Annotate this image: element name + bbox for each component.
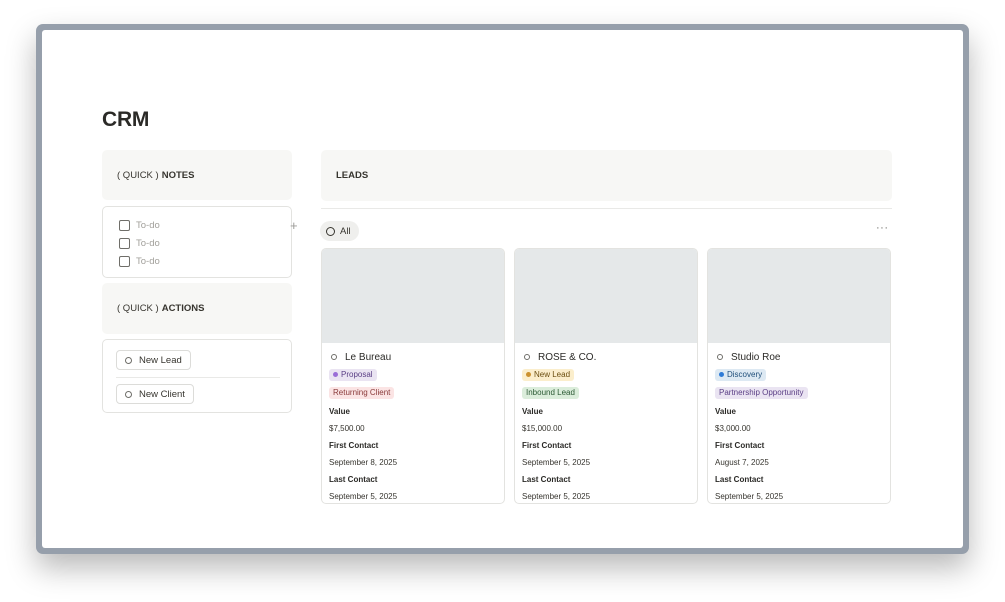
card-title[interactable]: Le Bureau: [329, 350, 497, 364]
page-title: CRM: [102, 108, 150, 131]
type-tag: Partnership Opportunity: [715, 386, 808, 399]
status-dot-icon: [526, 372, 531, 377]
first-contact-date: September 8, 2025: [329, 458, 398, 467]
value-amount: $3,000.00: [715, 424, 751, 433]
status-tag: New Lead: [522, 368, 575, 381]
notes-header-title: NOTES: [161, 169, 195, 181]
lead-card[interactable]: Le Bureau Proposal Returning Client Valu…: [321, 248, 505, 504]
status-tag: Discovery: [715, 368, 767, 381]
lead-card[interactable]: ROSE & CO. New Lead Inbound Lead Value $…: [514, 248, 698, 504]
leads-divider: [321, 208, 892, 209]
add-block-icon[interactable]: +: [290, 218, 298, 233]
actions-divider: [116, 377, 280, 378]
first-contact-date: September 5, 2025: [522, 458, 591, 467]
status-tag: Proposal: [329, 368, 377, 381]
first-contact-label: First Contact: [715, 441, 765, 450]
actions-header-title: ACTIONS: [161, 303, 205, 314]
view-tab-label: All: [340, 225, 351, 237]
todo-item[interactable]: To-do: [119, 234, 291, 252]
notes-todo-list: To-do To-do To-do: [102, 206, 292, 278]
lead-card[interactable]: Studio Roe Discovery Partnership Opportu…: [707, 248, 891, 504]
todo-item[interactable]: To-do: [119, 216, 291, 234]
type-tag-label: Returning Client: [333, 388, 391, 397]
actions-header: ( QUICK ) ACTIONS: [102, 283, 292, 334]
actions-header-prefix: ( QUICK ): [117, 303, 159, 314]
value-label: Value: [715, 407, 736, 416]
card-cover: [322, 249, 504, 343]
card-cover: [515, 249, 697, 343]
status-tag-label: Proposal: [341, 370, 373, 379]
circle-icon: [331, 354, 337, 360]
circle-icon: [717, 354, 723, 360]
new-lead-button[interactable]: New Lead: [116, 350, 191, 370]
checkbox-icon[interactable]: [119, 255, 130, 267]
first-contact-label: First Contact: [522, 441, 572, 450]
todo-text[interactable]: To-do: [136, 256, 160, 267]
card-title[interactable]: ROSE & CO.: [522, 350, 690, 364]
page-canvas: CRM ( QUICK ) NOTES To-do To-do To-do + …: [42, 30, 963, 548]
value-label: Value: [522, 407, 543, 416]
todo-text[interactable]: To-do: [136, 220, 160, 231]
new-client-button-label: New Client: [139, 388, 185, 400]
notes-header-prefix: ( QUICK ): [117, 169, 159, 181]
status-tag-label: New Lead: [534, 370, 571, 379]
status-tag-label: Discovery: [727, 370, 763, 379]
first-contact-date: August 7, 2025: [715, 458, 769, 467]
card-title[interactable]: Studio Roe: [715, 350, 883, 364]
new-client-button[interactable]: New Client: [116, 384, 194, 404]
circle-icon: [125, 356, 132, 364]
checkbox-icon[interactable]: [119, 237, 130, 249]
notes-header: ( QUICK ) NOTES: [102, 150, 292, 200]
card-name: Studio Roe: [731, 351, 781, 363]
todo-item[interactable]: To-do: [119, 252, 291, 270]
card-cover: [708, 249, 890, 343]
type-tag: Returning Client: [329, 386, 395, 399]
todo-text[interactable]: To-do: [136, 238, 160, 249]
window-frame: CRM ( QUICK ) NOTES To-do To-do To-do + …: [36, 24, 969, 554]
last-contact-label: Last Contact: [522, 475, 571, 484]
view-tab-all[interactable]: All: [320, 221, 359, 241]
type-tag: Inbound Lead: [522, 386, 579, 399]
value-amount: $15,000.00: [522, 424, 563, 433]
card-name: ROSE & CO.: [538, 351, 597, 363]
last-contact-date: September 5, 2025: [715, 492, 784, 501]
type-tag-label: Partnership Opportunity: [719, 388, 804, 397]
circle-icon: [524, 354, 530, 360]
gallery-view-icon: [326, 226, 335, 236]
last-contact-label: Last Contact: [329, 475, 378, 484]
leads-header: LEADS: [321, 150, 892, 201]
checkbox-icon[interactable]: [119, 219, 130, 231]
value-label: Value: [329, 407, 350, 416]
more-options-icon[interactable]: ···: [876, 222, 889, 234]
card-name: Le Bureau: [345, 351, 392, 363]
value-amount: $7,500.00: [329, 424, 365, 433]
status-dot-icon: [333, 372, 338, 377]
status-dot-icon: [719, 372, 724, 377]
last-contact-label: Last Contact: [715, 475, 764, 484]
first-contact-label: First Contact: [329, 441, 379, 450]
new-lead-button-label: New Lead: [139, 354, 182, 366]
type-tag-label: Inbound Lead: [526, 388, 575, 397]
circle-icon: [125, 390, 132, 398]
leads-header-title: LEADS: [336, 170, 369, 181]
last-contact-date: September 5, 2025: [522, 492, 591, 501]
last-contact-date: September 5, 2025: [329, 492, 398, 501]
